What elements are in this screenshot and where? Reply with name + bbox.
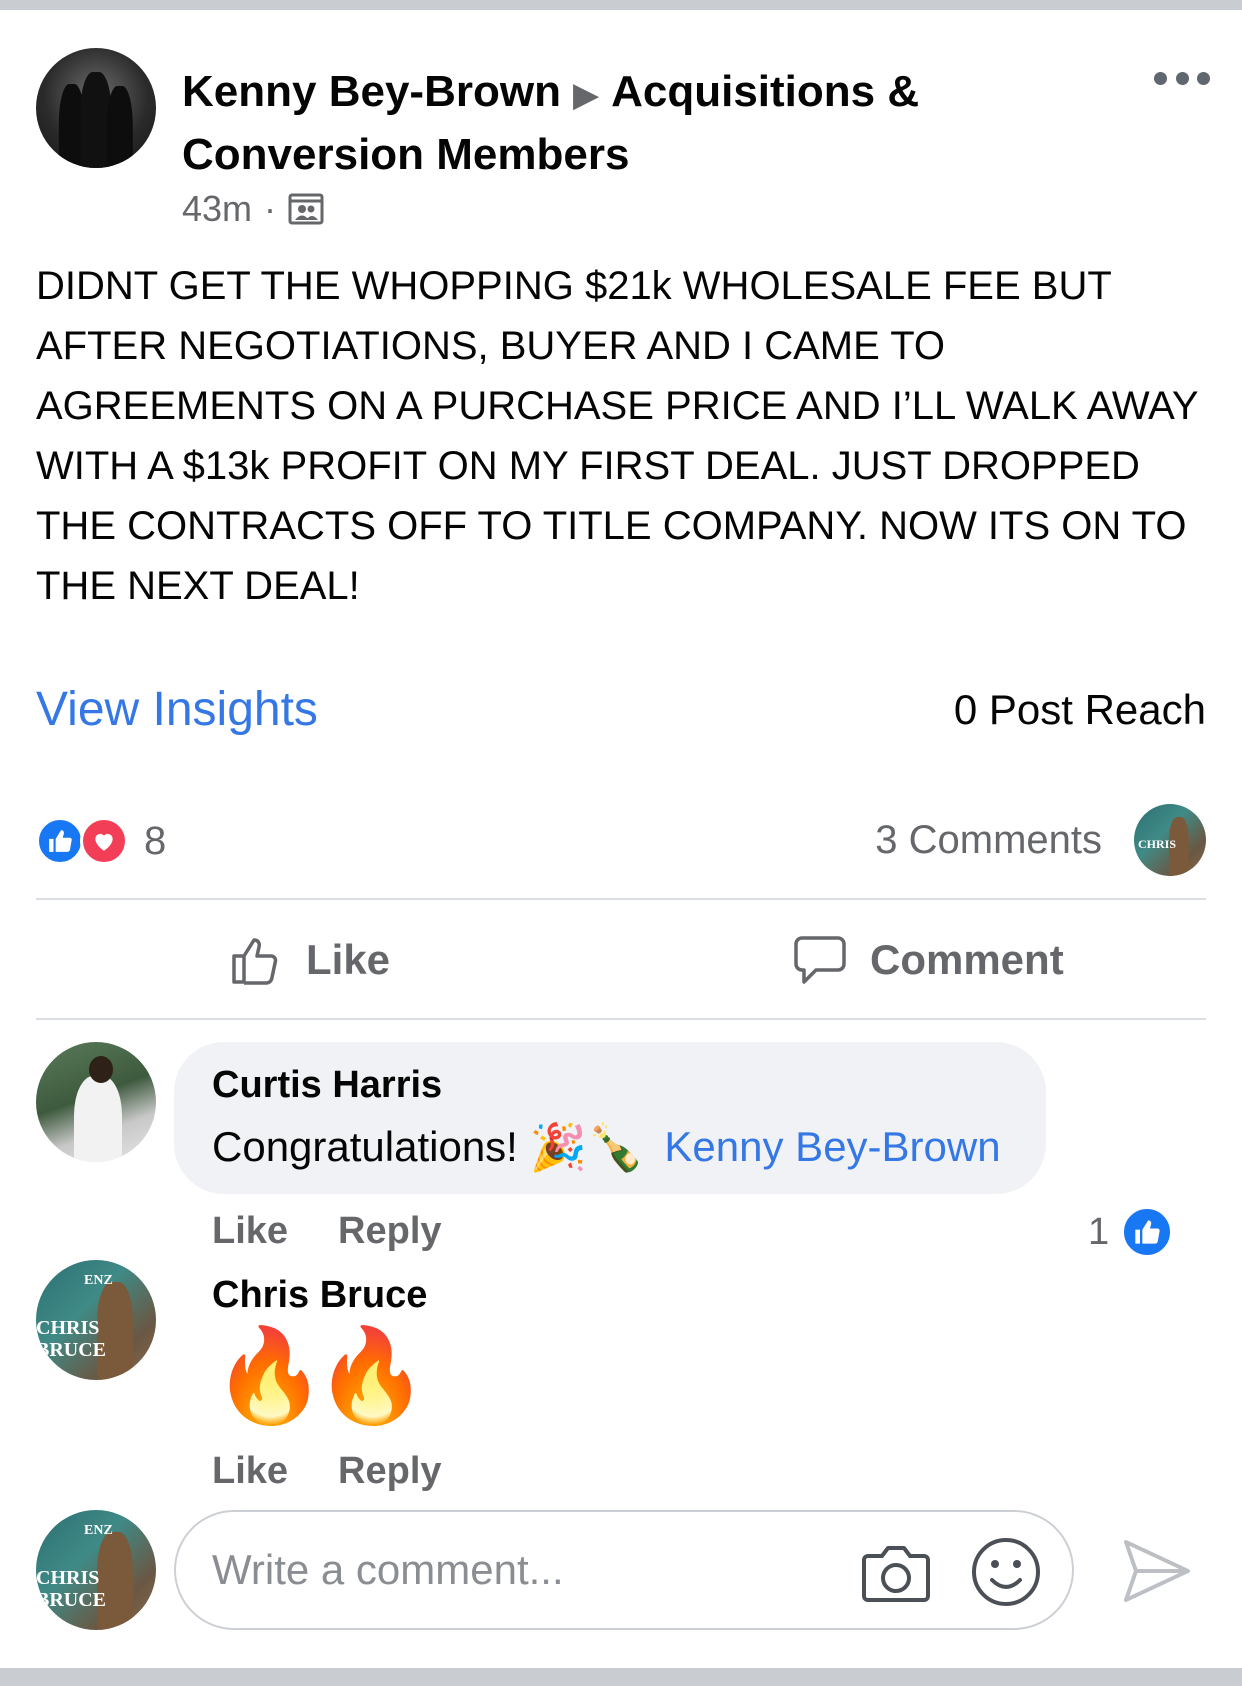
chris-avatar[interactable]: ENZ CHRIS BRUCE	[36, 1260, 156, 1380]
comment-actions: Like Reply	[212, 1450, 442, 1493]
reaction-count: 8	[144, 818, 167, 863]
comment-like-count[interactable]: 1	[1088, 1206, 1174, 1258]
comment-reply-button[interactable]: Reply	[338, 1450, 441, 1493]
reactions-summary[interactable]: 8	[36, 816, 166, 866]
comments-count[interactable]: 3 Comments	[875, 818, 1102, 863]
avatar-caption: CHRIS	[36, 1317, 100, 1339]
group-audience-icon	[288, 193, 324, 225]
send-icon[interactable]	[1120, 1536, 1194, 1606]
bottom-edge	[0, 1668, 1242, 1686]
post-meta: 43m ·	[182, 186, 324, 232]
comment-author[interactable]: Chris Bruce	[212, 1274, 427, 1317]
post-time[interactable]: 43m	[182, 188, 252, 230]
emoji-icon[interactable]	[968, 1534, 1044, 1610]
post-reach: 0 Post Reach	[953, 686, 1206, 733]
like-button-label: Like	[306, 936, 391, 983]
comment-button[interactable]: Comment	[792, 930, 1064, 990]
avatar-logo: ENZ	[84, 1273, 113, 1288]
comment-like-number: 1	[1088, 1210, 1110, 1253]
fire-emoji-icon: 🔥	[212, 1325, 327, 1427]
comment-author[interactable]: Curtis Harris	[212, 1064, 442, 1107]
like-button[interactable]: Like	[228, 930, 390, 990]
comment-input[interactable]	[212, 1546, 832, 1594]
post-body: DIDNT GET THE WHOPPING $21k WHOLESALE FE…	[36, 264, 1198, 608]
comment-reply-button[interactable]: Reply	[338, 1210, 441, 1253]
comment-icon	[794, 936, 846, 984]
comment-like-button[interactable]: Like	[212, 1450, 288, 1493]
more-options-icon[interactable]	[1154, 66, 1210, 90]
top-edge	[0, 0, 1242, 10]
author-avatar[interactable]	[36, 48, 156, 168]
author-name[interactable]: Kenny Bey-Brown	[182, 67, 561, 116]
current-user-avatar: ENZ CHRIS BRUCE	[36, 1510, 156, 1630]
mention-link[interactable]: Kenny Bey-Brown	[664, 1123, 1000, 1171]
divider	[36, 1018, 1206, 1020]
like-reaction-icon	[1121, 1206, 1174, 1258]
meta-separator: ·	[264, 188, 277, 229]
avatar-logo: ENZ	[84, 1523, 113, 1538]
avatar-caption: BRUCE	[36, 1339, 107, 1361]
comment-composer[interactable]	[174, 1510, 1074, 1630]
like-reaction-icon	[36, 817, 84, 865]
comment-button-label: Comment	[870, 936, 1064, 983]
commenter-avatar: CHRIS	[1134, 804, 1206, 876]
comment-text: Congratulations! 🎉🍾 Kenny Bey-Brown	[212, 1118, 1001, 1176]
view-insights-link[interactable]: View Insights	[36, 682, 318, 737]
party-popper-icon: 🎉🍾	[529, 1120, 645, 1173]
camera-icon[interactable]	[858, 1534, 934, 1610]
curtis-avatar[interactable]	[36, 1042, 156, 1162]
comment-body: Congratulations!	[212, 1123, 518, 1170]
thumbs-up-icon	[232, 938, 278, 985]
divider	[36, 898, 1206, 900]
avatar-caption: CHRIS	[36, 1567, 100, 1589]
avatar-caption: BRUCE	[36, 1589, 107, 1611]
avatar-caption: CHRIS	[1138, 837, 1177, 851]
post-header-title: Kenny Bey-Brown ▶ Acquisitions & Conversio…	[182, 62, 1042, 185]
comment-actions: Like Reply	[212, 1210, 442, 1253]
love-reaction-icon	[80, 817, 128, 865]
comment-like-button[interactable]: Like	[212, 1210, 288, 1253]
fire-emoji-icon: 🔥	[314, 1325, 429, 1427]
arrow-right-icon: ▶	[572, 76, 600, 114]
